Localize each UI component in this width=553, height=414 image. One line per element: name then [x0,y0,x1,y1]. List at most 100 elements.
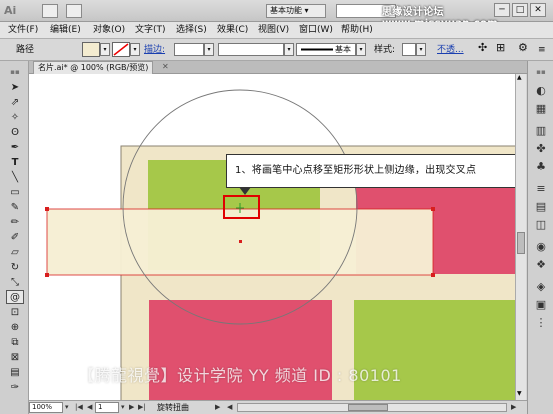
eyedropper-tool-icon[interactable]: ✑ [6,381,24,395]
no-stroke-icon [113,43,129,56]
graphic-styles-icon[interactable]: ❖ [533,257,549,272]
menu-type[interactable]: 文字(T) [135,24,166,37]
align-icon[interactable]: ⊞ [496,42,505,54]
stroke-panel-icon[interactable]: ≡ [533,181,549,196]
panel-menu-icon[interactable]: ≡ [538,44,546,56]
layers-panel-icon[interactable]: ◈ [533,279,549,294]
scroll-up-icon[interactable]: ▲ [517,74,522,81]
center-point [239,240,242,243]
first-artboard-icon[interactable]: |◀ [75,403,83,411]
color-panel-icon[interactable]: ◐ [533,83,549,98]
perspective-grid-tool-icon[interactable]: ⧉ [6,336,24,350]
lasso-tool-icon[interactable]: ʘ [6,126,24,140]
highlight-box [223,195,260,219]
vertical-scrollbar[interactable]: ▲ ▼ [515,74,526,400]
stroke-dropdown[interactable]: ▾ [130,43,140,56]
mesh-tool-icon[interactable]: ⊠ [6,351,24,365]
style-dropdown[interactable]: ▾ [416,43,426,56]
brushes-panel-icon[interactable]: ✤ [533,141,549,156]
hscroll-right-icon[interactable]: ▶ [511,403,516,411]
fill-dropdown[interactable]: ▾ [100,43,110,56]
appearance-panel-icon[interactable]: ◉ [533,239,549,254]
transparency-panel-icon[interactable]: ◫ [533,217,549,232]
transform-icon[interactable]: ⚙ [518,42,528,54]
document-tab-bar: 名片.ai* @ 100% (RGB/预览) ✕ [29,61,529,74]
stroke-swatch[interactable] [112,42,130,57]
scale-tool-icon[interactable]: ⤡ [6,276,24,290]
stroke-weight-field[interactable] [174,43,204,56]
zoom-dropdown-icon[interactable]: ▾ [65,403,69,411]
magic-wand-tool-icon[interactable]: ✧ [6,111,24,125]
rectangle-tool-icon[interactable]: ▭ [6,186,24,200]
menu-file[interactable]: 文件(F) [8,24,38,37]
last-artboard-icon[interactable]: ▶| [138,403,146,411]
close-button[interactable]: ✕ [530,3,546,17]
brush-dropdown[interactable]: ▾ [356,43,366,56]
menu-window[interactable]: 窗口(W) [299,24,333,37]
brush-preset-label: 基本 [335,45,351,54]
direct-selection-tool-icon[interactable]: ⇗ [6,96,24,110]
hscroll-left-icon[interactable]: ◀ [227,403,232,411]
menu-select[interactable]: 选择(S) [176,24,207,37]
gradient-tool-icon[interactable]: ▤ [6,366,24,380]
brush-definition[interactable]: 基本 [296,43,356,56]
variable-width-profile[interactable] [218,43,284,56]
artboards-panel-icon[interactable]: ▣ [533,297,549,312]
document-tab[interactable]: 名片.ai* @ 100% (RGB/预览) [33,61,154,74]
align-panel-icon[interactable]: ⋮ [533,315,549,330]
pencil-tool-icon[interactable]: ✏ [6,216,24,230]
zoom-field[interactable]: 100% [29,402,63,413]
next-artboard-icon[interactable]: ▶ [129,403,134,411]
stroke-weight-dropdown[interactable]: ▾ [204,43,214,56]
prev-artboard-icon[interactable]: ◀ [87,403,92,411]
line-tool-icon[interactable]: ╲ [6,171,24,185]
artboard-number-field[interactable]: 1 [95,402,119,413]
horizontal-scrollbar[interactable] [237,403,507,412]
twirl-tool-icon[interactable]: @ [6,290,24,304]
fill-swatch[interactable] [82,42,100,57]
maximize-button[interactable]: □ [512,3,528,17]
scroll-down-icon[interactable]: ▼ [517,390,522,397]
arrange-documents-icon[interactable] [66,4,82,18]
graphic-style-swatch[interactable] [402,43,416,56]
scroll-thumb[interactable] [517,232,525,254]
swatches-panel-icon[interactable]: ▥ [533,123,549,138]
free-transform-tool-icon[interactable]: ⊡ [6,306,24,320]
color-guide-icon[interactable]: ▦ [533,101,549,116]
opacity-link[interactable]: 不透... [437,44,464,56]
eraser-tool-icon[interactable]: ▱ [6,246,24,260]
pen-tool-icon[interactable]: ✒ [6,141,24,155]
menu-help[interactable]: 帮助(H) [341,24,373,37]
status-menu-icon[interactable]: ▶ [215,403,220,411]
bridge-icon[interactable] [42,4,58,18]
menu-bar: 文件(F) 编辑(E) 对象(O) 文字(T) 选择(S) 效果(C) 视图(V… [0,22,553,39]
menu-view[interactable]: 视图(V) [258,24,289,37]
stroke-link[interactable]: 描边: [144,44,165,56]
menu-edit[interactable]: 编辑(E) [50,24,81,37]
blob-brush-tool-icon[interactable]: ✐ [6,231,24,245]
shape-builder-tool-icon[interactable]: ⊕ [6,321,24,335]
menu-effect[interactable]: 效果(C) [217,24,248,37]
recolor-icon[interactable]: ✣ [478,42,487,54]
menu-object[interactable]: 对象(O) [93,24,125,37]
rotate-tool-icon[interactable]: ↻ [6,261,24,275]
artboard-dropdown-icon[interactable]: ▾ [121,403,125,411]
workspace-switcher[interactable]: 基本功能 ▾ [266,4,326,18]
selection-tool-icon[interactable]: ➤ [6,81,24,95]
close-icon[interactable]: ✕ [162,62,169,71]
paintbrush-tool-icon[interactable]: ✎ [6,201,24,215]
callout-pointer [239,187,251,195]
watermark-bottom: 【腾龍視覺】设计学院 YY 频道 ID : 80101 [78,366,402,385]
hscroll-thumb[interactable] [348,404,388,411]
title-bar: Ai 基本功能 ▾ 思缘设计论坛 www.missyuan.com ─□✕ [0,0,553,29]
status-bar: 100% ▾ |◀ ◀ 1 ▾ ▶ ▶| 旋转扭曲 ▶ ◀ ▶ [29,400,527,414]
artboard-canvas[interactable] [29,74,515,400]
gradient-panel-icon[interactable]: ▤ [533,199,549,214]
document-tab-label: 名片.ai* @ 100% (RGB/预览) [38,63,149,72]
minimize-button[interactable]: ─ [494,3,510,17]
type-tool-icon[interactable]: T [6,156,24,170]
symbols-panel-icon[interactable]: ♣ [533,159,549,174]
anchor-point-br [431,273,435,277]
profile-dropdown[interactable]: ▾ [284,43,294,56]
instruction-callout: 1、将画笔中心点移至矩形形状上侧边缘，出现交叉点 [226,154,522,188]
